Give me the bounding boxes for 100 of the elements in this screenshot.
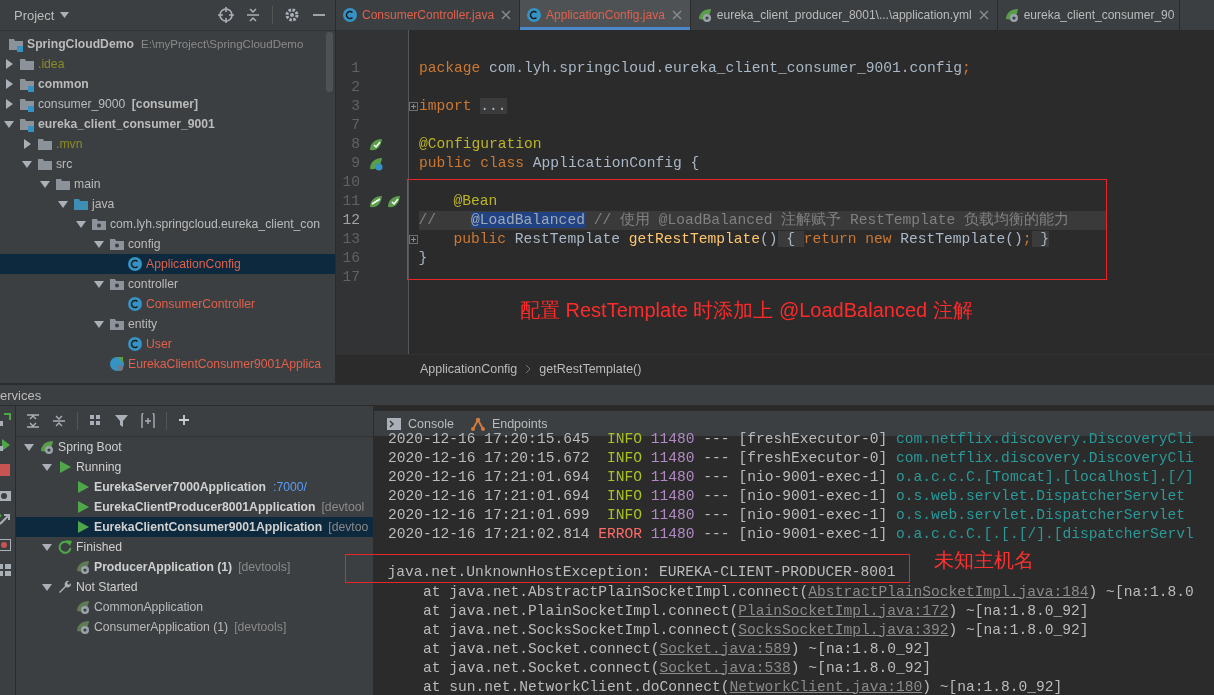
tree-item[interactable]: .idea [0,54,335,74]
chevron-icon[interactable] [94,239,104,249]
chevron-icon[interactable] [94,319,104,329]
module-icon [8,36,24,52]
tree-item[interactable]: config [0,234,335,254]
log-line: 2020-12-16 17:21:02.814 ERROR 11480 --- [nio-9001-exec-1] o.a.c.c.C.[.[.[/].[dispatcherServl [388,525,1194,544]
console-icon [386,415,402,432]
tree-item[interactable]: java [0,194,335,214]
folder-icon [55,176,71,192]
library-version: ) ~[na:1.8.0_92] [790,639,931,659]
log-line: 2020-12-16 17:20:15.672 INFO 11480 --- [freshExecutor-0] com.netflix.discovery.DiscoveryCli [388,449,1194,468]
tree-item[interactable]: com.lyh.springcloud.eureka_client_con [0,214,335,234]
chevron-icon[interactable] [4,119,14,129]
console-tab[interactable]: Console [386,415,454,432]
rerun-icon[interactable] [0,412,12,428]
tree-item[interactable]: consumer_9000 [consumer] [0,94,335,114]
tree-item[interactable]: ApplicationConfig [0,254,335,274]
service-item[interactable]: Running [16,457,373,477]
chevron-icon[interactable] [4,99,14,109]
library-version: ) ~[na:1.8.0_92] [922,677,1063,695]
record-icon[interactable] [0,537,12,553]
breadcrumb[interactable]: ApplicationConfig [420,362,518,376]
running-icon [57,459,73,475]
chevron-icon[interactable] [4,59,14,69]
service-item[interactable]: Spring Boot [16,437,373,457]
code-line: } [418,248,429,268]
tree-item[interactable]: common [0,74,335,94]
layout-icon[interactable] [0,562,12,578]
tree-item[interactable]: main [0,174,335,194]
bean-gutter-icon [368,193,384,210]
console-tab[interactable]: Endpoints [469,415,548,432]
editor-tab[interactable]: eureka_client_consumer_90 [997,0,1181,30]
panel-title: ervices [0,387,42,403]
leaf-icon [696,7,713,23]
chevron-icon[interactable] [42,542,52,552]
scrollbar[interactable] [326,32,333,92]
service-item[interactable]: EurekaClientProducer8001Application [devtool [16,497,373,517]
caret-icon [60,12,70,18]
leaf-icon [1003,7,1020,23]
tree-item[interactable]: entity [0,314,335,334]
filter-icon[interactable] [114,413,130,429]
endpoints-icon [469,415,486,432]
fold-icon[interactable] [409,102,418,111]
service-item[interactable]: CommonApplication [16,597,373,617]
project-view-dropdown[interactable]: Project [14,7,70,23]
fold-icon[interactable] [409,235,418,244]
tree-item[interactable]: EurekaClientConsumer9001Applica [0,354,335,374]
log-line: 2020-12-16 17:20:15.645 INFO 11480 --- [freshExecutor-0] com.netflix.discovery.DiscoveryCli [388,431,1194,449]
module-icon [19,116,35,132]
stop-icon[interactable] [0,462,12,478]
rerun-icon[interactable] [0,437,12,453]
library-version: ) ~[na:1.8.0_92] [948,620,1089,640]
chevron-icon[interactable] [4,79,14,89]
source-link[interactable]: Socket.java:538 [659,658,791,678]
chevron-icon[interactable] [94,279,104,289]
app-icon [75,619,91,635]
log-line: 2020-12-16 17:21:01.699 INFO 11480 --- [nio-9001-exec-1] o.s.web.servlet.DispatcherServlet [388,506,1186,525]
service-item[interactable]: EurekaServer7000Application :7000/ [16,477,373,497]
bean-gutter-icon [386,193,402,210]
bean-gutter-icon [368,155,384,172]
service-item[interactable]: ConsumerApplication (1) [devtools] [16,617,373,637]
finished-icon [57,539,73,555]
service-item[interactable]: Finished [16,537,373,557]
tree-item[interactable]: ConsumerController [0,294,335,314]
class-icon [526,7,543,23]
tree-item[interactable]: User [0,334,335,354]
new-service-icon[interactable] [140,413,156,429]
source-link[interactable]: PlainSocketImpl.java:172 [738,601,949,621]
chevron-icon[interactable] [58,199,68,209]
chevron-icon[interactable] [22,139,32,149]
breadcrumb[interactable]: getRestTemplate() [539,362,642,376]
chevron-icon[interactable] [22,159,32,169]
expand-all-icon[interactable] [25,413,41,429]
editor-tab[interactable]: eureka_client_producer_8001\...\application.yml [690,0,998,30]
source-link[interactable]: NetworkClient.java:180 [729,677,923,695]
code-line: import ... [419,97,508,116]
tree-item[interactable]: controller [0,274,335,294]
locate-icon[interactable] [218,7,234,23]
source-link[interactable]: SocksSocketImpl.java:392 [738,620,949,640]
service-item[interactable]: EurekaClientConsumer9001Application [devtoo [16,517,373,537]
folder-icon [37,136,53,152]
chevron-icon[interactable] [76,219,86,229]
tree-item[interactable]: eureka_client_consumer_9001 [0,114,335,134]
tree-item[interactable]: SpringCloudDemo E:\myProject\SpringCloudDemo [0,34,335,54]
source-link[interactable]: Socket.java:589 [659,639,791,659]
settings-icon[interactable] [284,7,300,23]
source-folder-icon [73,196,89,212]
chevron-icon[interactable] [42,582,52,592]
collapse-all-icon[interactable] [245,7,261,23]
callout-note: 未知主机名 [934,548,1035,572]
chevron-icon [525,365,532,373]
source-link[interactable]: AbstractPlainSocketImpl.java:184 [808,582,1089,602]
chevron-icon[interactable] [40,179,50,189]
tree-item[interactable]: src [0,154,335,174]
chevron-icon[interactable] [24,442,34,452]
stack-frame: at java.net.PlainSocketImpl.connect( [423,601,739,621]
collapse-all-icon[interactable] [51,413,67,429]
tree-item[interactable]: .mvn [0,134,335,154]
chevron-icon[interactable] [42,462,52,472]
bean-gutter-icon [368,136,384,153]
